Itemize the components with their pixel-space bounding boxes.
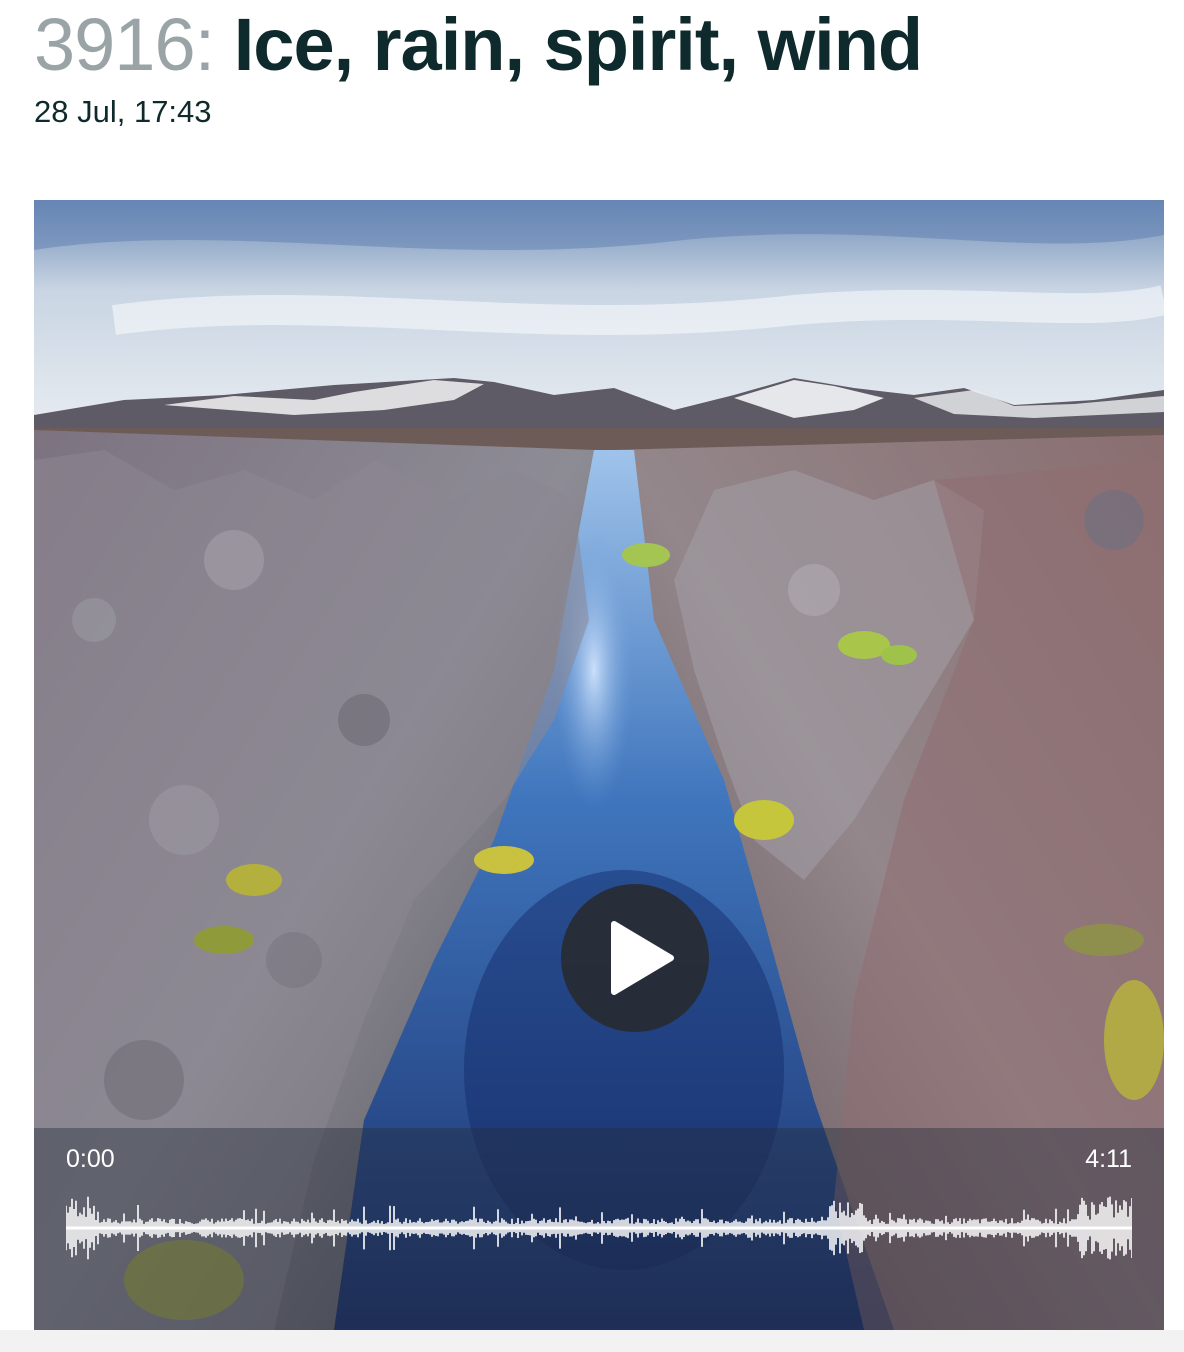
episode-date: 28 Jul, 17:43 — [34, 94, 212, 129]
episode-title: 3916: Ice, rain, spirit, wind — [34, 0, 1164, 90]
episode-title-text: Ice, rain, spirit, wind — [233, 3, 923, 86]
page-bottom-edge — [0, 1330, 1184, 1352]
scrubber-bar[interactable]: 0:00 4:11 — [34, 1128, 1164, 1330]
episode-header: 3916: Ice, rain, spirit, wind 28 Jul, 17… — [34, 0, 1164, 132]
episode-number: 3916: — [34, 3, 215, 86]
audio-waveform[interactable] — [66, 1188, 1132, 1268]
audio-player: 0:00 4:11 — [34, 200, 1164, 1330]
time-elapsed: 0:00 — [66, 1145, 115, 1173]
play-button[interactable] — [561, 884, 709, 1032]
time-total: 4:11 — [1085, 1145, 1132, 1173]
play-icon — [611, 921, 674, 995]
